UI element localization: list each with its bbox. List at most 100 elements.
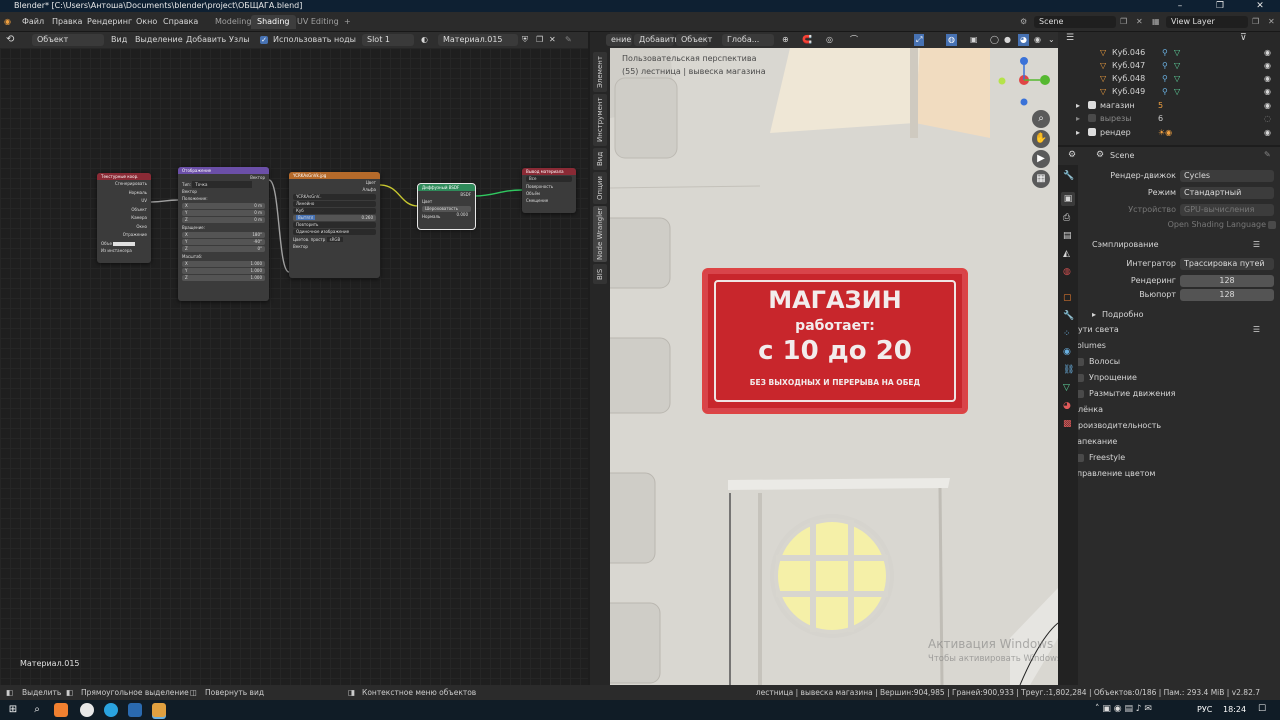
- integrator-select[interactable]: Трассировка путей: [1180, 258, 1274, 270]
- node-texture-coordinate[interactable]: Текстурные коор. Сгенерировать Нормаль U…: [97, 173, 151, 263]
- scale-z[interactable]: Z 1.000: [182, 275, 265, 281]
- blend-field[interactable]: Вытягл 0.260: [293, 215, 376, 221]
- tray-icons[interactable]: ˄ ▣ ◉ ▤ ♪ ✉: [1095, 704, 1152, 714]
- output-target-select[interactable]: Все: [526, 176, 572, 182]
- menu-render[interactable]: Рендеринг: [87, 16, 132, 28]
- blender-logo-icon[interactable]: ◉: [4, 16, 11, 28]
- telegram-icon[interactable]: [104, 703, 118, 717]
- maximize-button[interactable]: ❐: [1200, 0, 1240, 12]
- properties-panel-header[interactable]: ▸Упрощение: [1062, 370, 1280, 386]
- app-icon[interactable]: [128, 703, 142, 717]
- data-tab-icon[interactable]: ▽: [1063, 383, 1070, 393]
- copy-view-layer-icon[interactable]: ❐: [1252, 16, 1259, 28]
- rot-y[interactable]: Y -90°: [182, 239, 265, 245]
- physics-tab-icon[interactable]: ◉: [1063, 347, 1071, 357]
- view-layer-selector[interactable]: View Layer: [1166, 16, 1248, 28]
- fake-user-icon[interactable]: ⛨: [522, 34, 528, 46]
- render-samples-field[interactable]: 128: [1180, 275, 1274, 287]
- pin-icon[interactable]: ✎: [1264, 150, 1271, 159]
- node-editor-canvas[interactable]: Текстурные коор. Сгенерировать Нормаль U…: [0, 48, 588, 685]
- overlays-icon[interactable]: ◍: [946, 34, 957, 46]
- type-row[interactable]: Тип: Точка: [178, 181, 269, 188]
- tab-bis[interactable]: BIS: [593, 264, 607, 284]
- presets-icon[interactable]: ☰: [1253, 322, 1260, 338]
- roughness-field[interactable]: Шероховатость 0.000: [422, 206, 471, 217]
- tab-item[interactable]: Элемент: [593, 52, 607, 92]
- filter-icon[interactable]: ⊽: [1240, 33, 1247, 43]
- outliner-collection-row[interactable]: ▸ вырезы 6 ◌: [1058, 112, 1280, 125]
- blender-taskbar-icon[interactable]: [54, 703, 68, 717]
- rot-x[interactable]: X 180°: [182, 232, 265, 238]
- falloff-icon[interactable]: ⌒: [850, 34, 858, 46]
- visibility-icon[interactable]: ⤢: [914, 34, 925, 46]
- unlink-material-icon[interactable]: ✕: [549, 34, 556, 46]
- device-select[interactable]: GPU-вычисления: [1180, 204, 1274, 216]
- particles-tab-icon[interactable]: ⁘: [1063, 329, 1071, 339]
- projection-select[interactable]: Куб: [293, 208, 376, 214]
- yandex-browser-icon[interactable]: [80, 703, 94, 717]
- viewport-samples-field[interactable]: 128: [1180, 289, 1274, 301]
- feature-set-select[interactable]: Стандартный: [1180, 187, 1274, 199]
- loc-z[interactable]: Z0 m: [182, 217, 265, 223]
- tab-tool[interactable]: Инструмент: [593, 94, 607, 146]
- tab-options[interactable]: Опции: [593, 172, 607, 204]
- menu-add[interactable]: Добавить: [634, 34, 679, 46]
- subpanel-advanced[interactable]: ▸ Подробно: [1078, 307, 1280, 323]
- loc-x[interactable]: X0 m: [182, 203, 265, 209]
- scene-tab-icon[interactable]: ◭: [1063, 249, 1070, 259]
- render-engine-select[interactable]: Cycles: [1180, 170, 1274, 182]
- properties-panel-header[interactable]: ▸Запекание: [1062, 434, 1280, 450]
- menu-object[interactable]: Объект: [676, 34, 712, 46]
- pan-hand-icon[interactable]: ✋: [1032, 130, 1050, 148]
- menu-select[interactable]: Выделение: [135, 34, 183, 46]
- image-file-field[interactable]: YCRKAsGnV..: [293, 194, 376, 200]
- shading-options-icon[interactable]: ⌄: [1048, 34, 1055, 46]
- copy-material-icon[interactable]: ❐: [536, 34, 543, 46]
- texture-tab-icon[interactable]: ▩: [1063, 419, 1072, 429]
- properties-panel-header[interactable]: ▸Размытие движения: [1062, 386, 1280, 402]
- xray-icon[interactable]: ▣: [970, 34, 978, 46]
- outliner-type-icon[interactable]: ☰: [1066, 33, 1074, 43]
- add-workspace-button[interactable]: +: [338, 15, 357, 29]
- notifications-icon[interactable]: ☐: [1258, 704, 1266, 714]
- menu-select-partial[interactable]: ение: [606, 34, 632, 46]
- editor-type-icon[interactable]: ⟲: [6, 34, 14, 46]
- interpolation-select[interactable]: Линейно: [293, 201, 376, 207]
- clock[interactable]: 18:24: [1223, 705, 1246, 714]
- view-layer-tab-icon[interactable]: ▤: [1063, 231, 1072, 241]
- properties-panel-header[interactable]: ▸Плёнка: [1062, 402, 1280, 418]
- shading-solid-icon[interactable]: ●: [1004, 34, 1011, 46]
- instancer-checkbox[interactable]: Из инстансера: [97, 247, 151, 254]
- shading-rendered-icon[interactable]: ◉: [1034, 34, 1041, 46]
- menu-add[interactable]: Добавить: [186, 34, 226, 46]
- tab-node-wrangler[interactable]: Node Wrangler: [593, 206, 607, 262]
- mode-selector[interactable]: Объект: [32, 34, 104, 46]
- source-select[interactable]: Одиночное изображение: [293, 229, 376, 235]
- outliner-row[interactable]: ▽ Куб.049 ⚲ ▽ ◉: [1058, 85, 1280, 98]
- world-tab-icon[interactable]: ◍: [1063, 267, 1071, 277]
- scale-y[interactable]: Y 1.000: [182, 268, 265, 274]
- outliner-row[interactable]: ▽ Куб.048 ⚲ ▽ ◉: [1058, 72, 1280, 85]
- material-tab-icon[interactable]: ◕: [1063, 401, 1071, 411]
- menu-help[interactable]: Справка: [163, 16, 198, 28]
- tool-tab-icon[interactable]: 🔧: [1063, 171, 1074, 181]
- orientation-selector[interactable]: Глоба...: [722, 34, 774, 46]
- properties-panel-header[interactable]: ▸Производительность: [1062, 418, 1280, 434]
- properties-panel-header[interactable]: ▸Волосы: [1062, 354, 1280, 370]
- menu-file[interactable]: Файл: [22, 16, 44, 28]
- properties-panel-header[interactable]: ▸Пути света☰: [1062, 322, 1280, 338]
- scene-selector[interactable]: Scene: [1034, 16, 1116, 28]
- language-indicator[interactable]: РУС: [1197, 705, 1212, 714]
- tab-view[interactable]: Вид: [593, 148, 607, 170]
- loc-y[interactable]: Y0 m: [182, 210, 265, 216]
- properties-type-icon[interactable]: ⚙: [1068, 150, 1076, 160]
- node-mapping[interactable]: Отображение Вектор Тип: Точка Вектор Пол…: [178, 167, 269, 301]
- outliner-row[interactable]: ▽ Куб.046 ⚲ ▽ ◉: [1058, 46, 1280, 59]
- menu-edit[interactable]: Правка: [52, 16, 82, 28]
- pin-icon[interactable]: ✎: [565, 34, 572, 46]
- use-nodes-checkbox[interactable]: ✓: [260, 36, 268, 44]
- scale-x[interactable]: X 1.000: [182, 261, 265, 267]
- properties-panel-header[interactable]: ▸Volumes: [1062, 338, 1280, 354]
- delete-scene-icon[interactable]: ✕: [1136, 16, 1143, 28]
- slot-selector[interactable]: Slot 1: [362, 34, 414, 46]
